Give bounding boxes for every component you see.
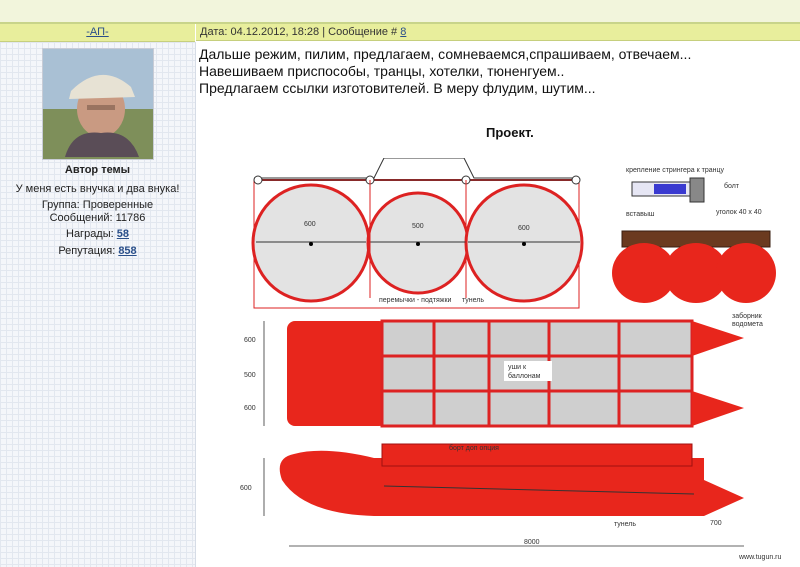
side-label: борт доп опция xyxy=(449,444,499,452)
end-view: заборник водомета xyxy=(612,230,776,328)
top-band xyxy=(0,0,800,24)
author-header: -АП- xyxy=(0,24,195,42)
watermark: www.tugun.ru xyxy=(738,554,782,561)
intake-label-2: водомета xyxy=(732,321,763,328)
length-label: 8000 xyxy=(524,539,540,546)
post-meta-text: Дата: 04.12.2012, 18:28 | Сообщение # xyxy=(200,26,401,38)
nose-label: 700 xyxy=(710,520,722,527)
post-meta: Дата: 04.12.2012, 18:28 | Сообщение # 8 xyxy=(196,24,800,41)
message-line: Навешиваем приспособы, транцы, хотелки, … xyxy=(199,63,565,79)
author-sidebar: Автор темы У меня есть внучка и два внук… xyxy=(0,42,196,567)
author-role: Автор темы xyxy=(64,164,131,176)
dimension-label: 600 xyxy=(518,225,530,232)
dimension-label: 600 xyxy=(304,221,316,228)
message-line: Дальше режим, пилим, предлагаем, сомнева… xyxy=(199,46,692,62)
stringer-detail: крепление стрингера к транцу болт вставы… xyxy=(626,167,762,218)
bolt-label: болт xyxy=(724,182,740,190)
height-label: 600 xyxy=(240,485,252,492)
author-group: Группа: Проверенные xyxy=(41,199,154,211)
post-body: Дальше режим, пилим, предлагаем, сомнева… xyxy=(196,42,800,567)
cross-section: 600 500 600 перемычки - подтяжки тунель xyxy=(251,158,584,309)
insert-label: вставыш xyxy=(626,211,655,218)
project-title: Проект. xyxy=(486,125,534,140)
top-view: 600 500 600 уши к баллонам xyxy=(244,319,744,428)
author-status: У меня есть внучка и два внука! xyxy=(15,183,180,195)
dimension-label: 500 xyxy=(412,223,424,230)
side-view: борт доп опция 600 тунель 8000 700 www.t… xyxy=(240,443,782,561)
message-line: Предлагаем ссылки изготовителей. В меру … xyxy=(199,80,596,96)
author-messages: Сообщений: 11786 xyxy=(49,212,146,224)
project-drawing[interactable]: 600 500 600 перемычки - подтяжки тунель … xyxy=(234,158,794,563)
width-label: 500 xyxy=(244,372,256,379)
stringer-label: крепление стрингера к транцу xyxy=(626,167,725,174)
author-awards: Награды: 58 xyxy=(0,227,195,241)
author-name-link[interactable]: -АП- xyxy=(86,26,108,38)
post-number-link[interactable]: 8 xyxy=(400,26,406,38)
awards-link[interactable]: 58 xyxy=(117,228,129,240)
message-text: Дальше режим, пилим, предлагаем, сомнева… xyxy=(199,46,691,97)
angle-label: уголок 40 х 40 xyxy=(716,209,762,216)
author-reputation: Репутация: 858 xyxy=(0,244,195,258)
width-label: 600 xyxy=(244,405,256,412)
awards-label: Награды: xyxy=(66,228,117,240)
reputation-label: Репутация: xyxy=(58,245,119,257)
ears-label: уши к xyxy=(508,364,527,371)
reputation-link[interactable]: 858 xyxy=(118,245,136,257)
avatar[interactable] xyxy=(42,48,154,160)
width-label: 600 xyxy=(244,337,256,344)
bridges-label: перемычки - подтяжки xyxy=(379,297,452,304)
tunnel-label-2: тунель xyxy=(614,521,636,528)
intake-label: заборник xyxy=(732,312,763,320)
tunnel-label: тунель xyxy=(462,297,484,304)
ears-label-2: баллонам xyxy=(508,372,541,380)
